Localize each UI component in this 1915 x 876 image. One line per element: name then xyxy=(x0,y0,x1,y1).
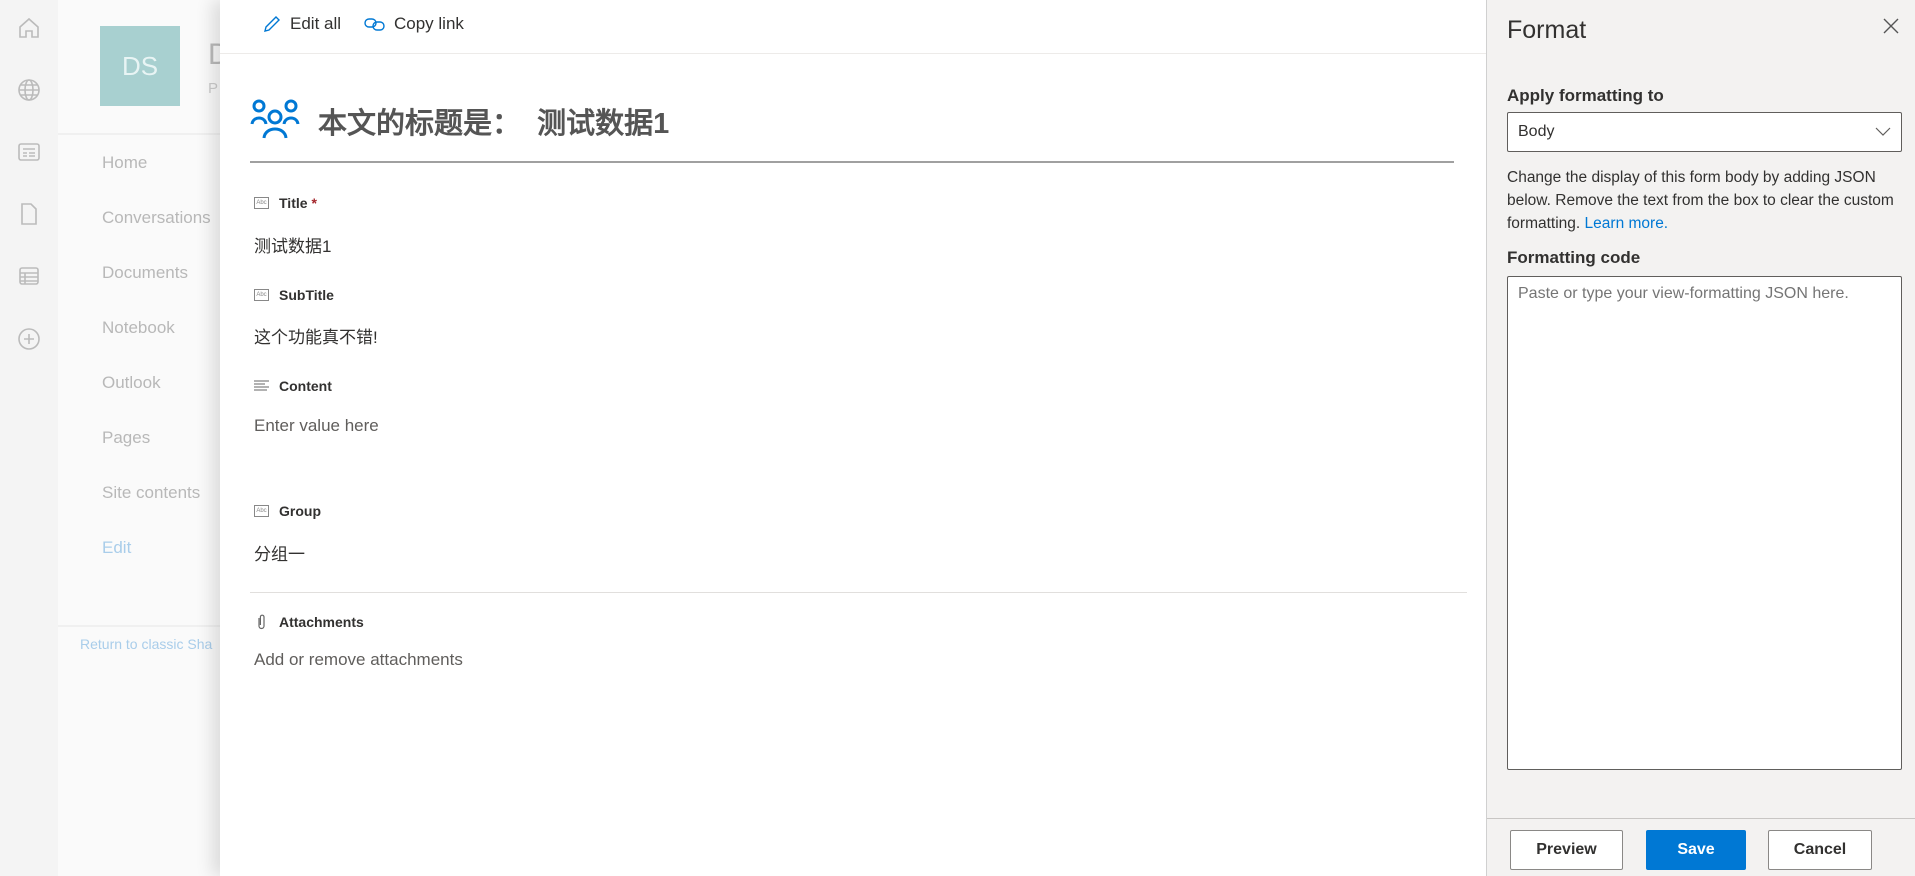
field-label-subtitle: Abc SubTitle xyxy=(254,287,334,303)
save-button[interactable]: Save xyxy=(1646,830,1746,870)
add-circle-icon[interactable] xyxy=(16,326,42,352)
preview-button[interactable]: Preview xyxy=(1510,830,1623,870)
group-icon xyxy=(250,99,300,139)
edit-all-button[interactable]: Edit all xyxy=(262,14,341,34)
site-logo[interactable]: DS xyxy=(100,26,180,106)
document-icon[interactable] xyxy=(16,201,42,227)
edit-all-label: Edit all xyxy=(290,14,342,33)
nav-outlook[interactable]: Outlook xyxy=(102,373,161,393)
dropdown-value: Body xyxy=(1518,123,1555,140)
list-icon[interactable] xyxy=(16,263,42,289)
format-pane: Format Apply formatting to Body Change t… xyxy=(1486,0,1915,876)
field-label-content: Content xyxy=(254,378,332,394)
copy-link-button[interactable]: Copy link xyxy=(364,14,464,34)
formatting-code-label: Formatting code xyxy=(1507,248,1641,267)
text-field-icon: Abc xyxy=(254,197,269,209)
globe-icon[interactable] xyxy=(16,77,42,103)
field-label-title: Abc Title * xyxy=(254,195,317,211)
format-description: Change the display of this form body by … xyxy=(1507,169,1894,232)
attachments-link[interactable]: Add or remove attachments xyxy=(254,650,463,670)
home-icon[interactable] xyxy=(16,15,42,41)
field-label-attachments: Attachments xyxy=(254,614,364,630)
nav-edit[interactable]: Edit xyxy=(102,538,131,558)
app-rail xyxy=(0,0,58,876)
field-label-group: Abc Group xyxy=(254,503,321,519)
field-value-title[interactable]: 测试数据1 xyxy=(254,232,331,257)
close-icon[interactable] xyxy=(1883,18,1899,34)
field-value-group[interactable]: 分组一 xyxy=(254,540,305,565)
field-value-subtitle[interactable]: 这个功能真不错! xyxy=(254,323,378,348)
field-input-content[interactable]: Enter value here xyxy=(254,416,379,436)
nav-home[interactable]: Home xyxy=(102,153,147,173)
paperclip-icon xyxy=(258,614,265,630)
format-pane-title: Format xyxy=(1507,16,1587,44)
text-field-icon: Abc xyxy=(254,289,269,301)
cancel-button[interactable]: Cancel xyxy=(1768,830,1872,870)
link-icon xyxy=(364,18,385,31)
apply-formatting-dropdown[interactable]: Body xyxy=(1507,112,1902,152)
nav-notebook[interactable]: Notebook xyxy=(102,318,175,338)
return-classic-link[interactable]: Return to classic Sha xyxy=(80,636,212,652)
news-icon[interactable] xyxy=(16,139,42,165)
nav-site-contents[interactable]: Site contents xyxy=(102,483,200,503)
nav-pages[interactable]: Pages xyxy=(102,428,150,448)
multiline-text-icon xyxy=(254,380,269,391)
nav-conversations[interactable]: Conversations xyxy=(102,208,211,228)
pencil-icon xyxy=(264,16,280,32)
required-marker: * xyxy=(311,195,317,211)
form-header-title: 本文的标题是： 测试数据1 xyxy=(318,108,670,140)
apply-formatting-label: Apply formatting to xyxy=(1507,86,1664,105)
item-panel: Edit all Copy link 本文的标题是： 测试数据1 Abc Titl… xyxy=(220,0,1486,876)
nav-documents[interactable]: Documents xyxy=(102,263,188,283)
site-subtitle: P xyxy=(208,80,219,97)
chevron-down-icon xyxy=(1875,127,1891,136)
formatting-code-input[interactable] xyxy=(1507,276,1902,770)
learn-more-link[interactable]: Learn more. xyxy=(1585,215,1669,232)
text-field-icon: Abc xyxy=(254,505,269,517)
copy-link-label: Copy link xyxy=(394,14,464,33)
